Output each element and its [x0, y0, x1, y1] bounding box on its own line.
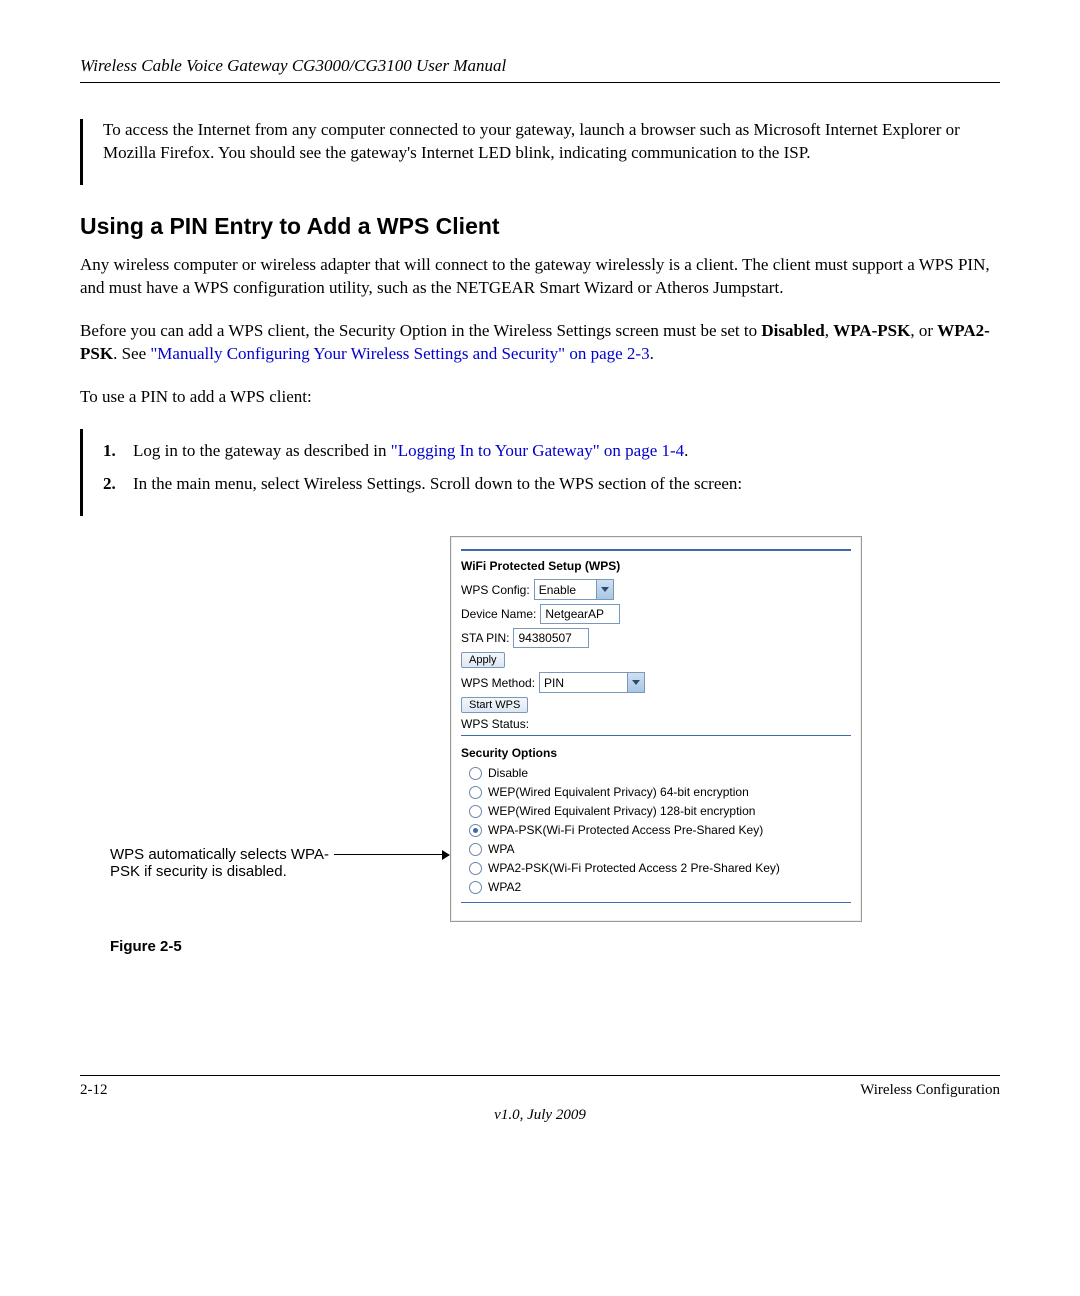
step-number: 2.: [103, 472, 116, 496]
footer-page-number: 2-12: [80, 1082, 108, 1099]
radio-icon: [469, 862, 482, 875]
footer-section-name: Wireless Configuration: [860, 1082, 1000, 1099]
crossref-logging-in[interactable]: "Logging In to Your Gateway" on page 1-4: [391, 441, 684, 460]
wps-method-value: PIN: [544, 676, 564, 690]
p2-bold-wpapsk: WPA-PSK: [833, 321, 910, 340]
wps-status-row: WPS Status:: [461, 717, 851, 731]
change-bar-icon: [80, 119, 83, 185]
divider: [461, 735, 851, 736]
figure-caption: Figure 2-5: [110, 938, 1000, 955]
chevron-down-icon: [596, 580, 613, 599]
start-wps-button[interactable]: Start WPS: [461, 697, 528, 713]
change-bar-icon: [80, 429, 83, 517]
paragraph-3: To use a PIN to add a WPS client:: [80, 386, 1000, 409]
footer-divider: [80, 1075, 1000, 1076]
security-option-label: WPA2: [488, 880, 521, 894]
p2-pre: Before you can add a WPS client, the Sec…: [80, 321, 761, 340]
sta-pin-input[interactable]: [513, 628, 589, 648]
wps-method-select[interactable]: PIN: [539, 672, 645, 693]
wps-config-value: Enable: [539, 583, 576, 597]
radio-icon: [469, 881, 482, 894]
apply-row: Apply: [461, 652, 851, 668]
start-wps-row: Start WPS: [461, 697, 851, 713]
apply-button[interactable]: Apply: [461, 652, 505, 668]
step1-end: .: [684, 441, 688, 460]
intro-paragraph: To access the Internet from any computer…: [103, 119, 1000, 165]
p2-bold-disabled: Disabled: [761, 321, 824, 340]
sta-pin-label: STA PIN:: [461, 631, 509, 645]
security-group-title: Security Options: [461, 746, 851, 760]
security-option-label: WPA: [488, 842, 514, 856]
footer: 2-12 Wireless Configuration v1.0, July 2…: [80, 1075, 1000, 1124]
sta-pin-row: STA PIN:: [461, 628, 851, 648]
steps-list: 1. Log in to the gateway as described in…: [103, 435, 1000, 507]
security-option-wpapsk[interactable]: WPA-PSK(Wi-Fi Protected Access Pre-Share…: [469, 823, 851, 837]
figure-area: WPS automatically selects WPA-PSK if sec…: [110, 536, 1000, 922]
radio-icon: [469, 767, 482, 780]
security-option-wpa2[interactable]: WPA2: [469, 880, 851, 894]
paragraph-1: Any wireless computer or wireless adapte…: [80, 254, 1000, 300]
radio-checked-icon: [469, 824, 482, 837]
wps-method-label: WPS Method:: [461, 676, 535, 690]
device-name-label: Device Name:: [461, 607, 536, 621]
crossref-manual-config[interactable]: "Manually Configuring Your Wireless Sett…: [150, 344, 649, 363]
radio-icon: [469, 843, 482, 856]
page: Wireless Cable Voice Gateway CG3000/CG31…: [0, 0, 1080, 1164]
wps-config-label: WPS Config:: [461, 583, 530, 597]
p2-mid: . See: [113, 344, 150, 363]
wps-method-row: WPS Method: PIN: [461, 672, 851, 693]
paragraph-2: Before you can add a WPS client, the Sec…: [80, 320, 1000, 366]
security-option-wpa[interactable]: WPA: [469, 842, 851, 856]
device-name-row: Device Name:: [461, 604, 851, 624]
step2-text: In the main menu, select Wireless Settin…: [133, 474, 742, 493]
step1-pre: Log in to the gateway as described in: [133, 441, 391, 460]
divider: [461, 549, 851, 551]
callout: WPS automatically selects WPA-PSK if sec…: [110, 536, 350, 880]
security-option-wep64[interactable]: WEP(Wired Equivalent Privacy) 64-bit enc…: [469, 785, 851, 799]
wps-config-select[interactable]: Enable: [534, 579, 614, 600]
radio-icon: [469, 805, 482, 818]
header: Wireless Cable Voice Gateway CG3000/CG31…: [80, 56, 1000, 83]
security-option-wep128[interactable]: WEP(Wired Equivalent Privacy) 128-bit en…: [469, 804, 851, 818]
callout-arrow-icon: [442, 850, 450, 860]
section-heading: Using a PIN Entry to Add a WPS Client: [80, 213, 1000, 240]
wps-status-label: WPS Status:: [461, 717, 529, 731]
wps-config-row: WPS Config: Enable: [461, 579, 851, 600]
security-option-label: WEP(Wired Equivalent Privacy) 128-bit en…: [488, 804, 755, 818]
security-option-label: WEP(Wired Equivalent Privacy) 64-bit enc…: [488, 785, 749, 799]
divider: [461, 902, 851, 903]
security-option-disable[interactable]: Disable: [469, 766, 851, 780]
step-number: 1.: [103, 439, 116, 463]
security-option-label: Disable: [488, 766, 528, 780]
security-option-label: WPA-PSK(Wi-Fi Protected Access Pre-Share…: [488, 823, 763, 837]
header-title: Wireless Cable Voice Gateway CG3000/CG31…: [80, 56, 506, 75]
device-name-input[interactable]: [540, 604, 620, 624]
footer-row: 2-12 Wireless Configuration: [80, 1082, 1000, 1099]
p2-end: .: [650, 344, 654, 363]
step-2: 2. In the main menu, select Wireless Set…: [103, 472, 1000, 496]
intro-block: To access the Internet from any computer…: [80, 119, 1000, 185]
footer-version: v1.0, July 2009: [80, 1107, 1000, 1124]
security-option-label: WPA2-PSK(Wi-Fi Protected Access 2 Pre-Sh…: [488, 861, 780, 875]
wps-group-title: WiFi Protected Setup (WPS): [461, 559, 851, 573]
step-1: 1. Log in to the gateway as described in…: [103, 439, 1000, 463]
callout-text: WPS automatically selects WPA-PSK if sec…: [110, 846, 329, 880]
steps-block: 1. Log in to the gateway as described in…: [80, 429, 1000, 517]
security-option-wpa2psk[interactable]: WPA2-PSK(Wi-Fi Protected Access 2 Pre-Sh…: [469, 861, 851, 875]
wps-panel: WiFi Protected Setup (WPS) WPS Config: E…: [450, 536, 862, 922]
chevron-down-icon: [627, 673, 644, 692]
callout-line-icon: [334, 854, 446, 855]
radio-icon: [469, 786, 482, 799]
